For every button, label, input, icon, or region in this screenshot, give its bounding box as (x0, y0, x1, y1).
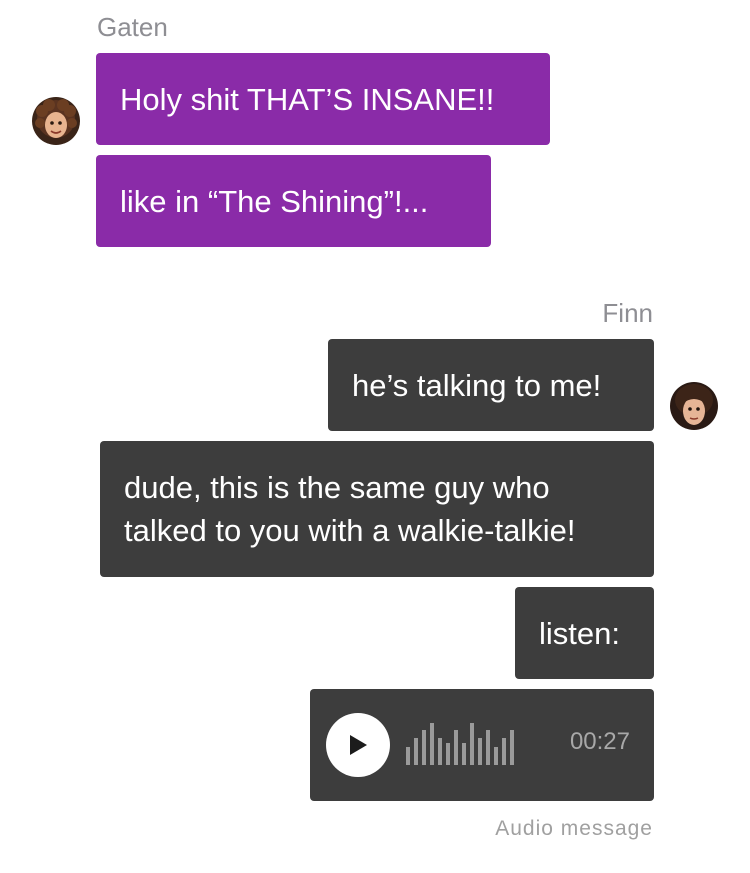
sender-name-finn: Finn (602, 298, 653, 328)
message-bubble-incoming[interactable]: Holy shit THAT’S INSANE!! (96, 53, 550, 145)
play-button[interactable] (326, 713, 390, 777)
waveform-bar (494, 747, 498, 765)
audio-waveform[interactable] (406, 721, 514, 765)
sender-name-gaten: Gaten (97, 12, 168, 42)
waveform-bar (478, 738, 482, 765)
audio-duration: 00:27 (569, 728, 630, 755)
message-bubble-outgoing[interactable]: dude, this is the same guy who talked to… (100, 441, 654, 577)
waveform-bar (462, 743, 466, 765)
play-icon (350, 735, 367, 755)
audio-message-caption: Audio message (495, 817, 653, 840)
waveform-bar (470, 723, 474, 765)
message-bubble-incoming[interactable]: like in “The Shining”!... (96, 155, 491, 247)
message-bubble-outgoing[interactable]: he’s talking to me! (328, 339, 654, 431)
message-text: dude, this is the same guy who talked to… (124, 470, 576, 548)
message-text: he’s talking to me! (352, 367, 602, 403)
chat-thread: Gaten Holy shit THAT’S INSANE!! like in … (0, 0, 750, 873)
avatar-finn[interactable] (670, 382, 718, 430)
message-text: listen: (539, 615, 620, 651)
waveform-bar (414, 738, 418, 765)
message-text: Holy shit THAT’S INSANE!! (120, 81, 495, 117)
audio-message-bubble: 00:27 (310, 689, 654, 801)
message-text: like in “The Shining”!... (120, 183, 429, 219)
waveform-bar (454, 730, 458, 765)
waveform-bar (446, 743, 450, 765)
waveform-bar (422, 730, 426, 765)
waveform-bar (406, 747, 410, 765)
waveform-bar (486, 730, 490, 765)
message-bubble-outgoing[interactable]: listen: (515, 587, 654, 679)
waveform-bar (430, 723, 434, 765)
waveform-bar (510, 730, 514, 765)
waveform-bar (438, 738, 442, 765)
waveform-bar (502, 738, 506, 765)
avatar-gaten[interactable] (32, 97, 80, 145)
